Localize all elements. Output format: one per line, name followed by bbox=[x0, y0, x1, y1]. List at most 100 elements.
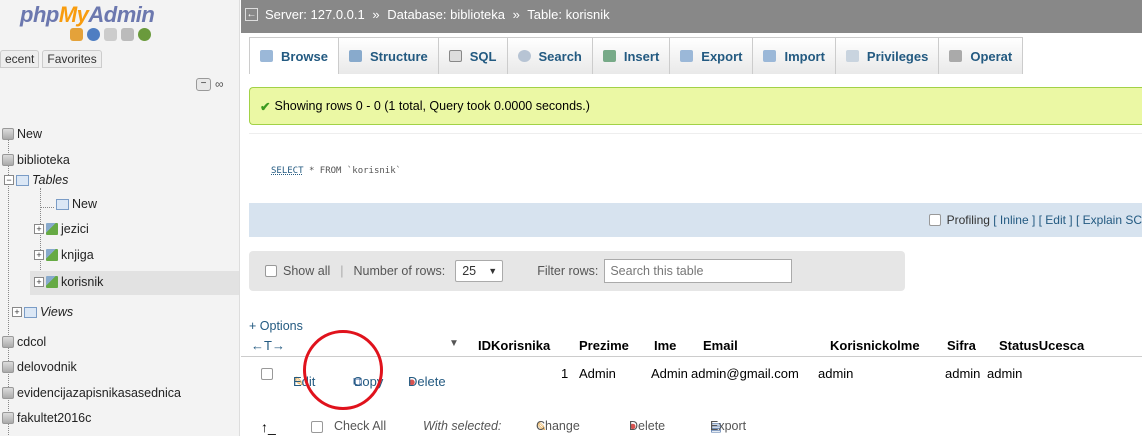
export-icon bbox=[680, 50, 694, 62]
tree-table-jezici[interactable]: + jezici bbox=[34, 222, 89, 236]
tree-db-fakultet[interactable]: fakultet2016c bbox=[2, 411, 91, 425]
navigation-filter-bar: Show all | Number of rows: 25 ▼ Filter ro… bbox=[249, 251, 905, 291]
tree-table-knjiga[interactable]: + knjiga bbox=[34, 248, 94, 262]
new-database-icon bbox=[2, 128, 14, 140]
column-prezime[interactable]: Prezime bbox=[579, 338, 629, 353]
collapse-icon[interactable]: − bbox=[4, 175, 14, 185]
tab-privileges[interactable]: Privileges bbox=[834, 37, 940, 74]
profiling-checkbox[interactable] bbox=[928, 214, 941, 226]
search-icon bbox=[517, 50, 531, 62]
docs-icon[interactable] bbox=[104, 28, 117, 41]
sql-query-text[interactable]: SELECT * FROM `korisnik` bbox=[271, 166, 401, 176]
column-sifra[interactable]: Sifra bbox=[947, 338, 976, 353]
checkmark-icon: ✔ bbox=[260, 99, 271, 114]
column-statusucesca[interactable]: StatusUcesca bbox=[999, 338, 1084, 353]
expand-icon[interactable]: + bbox=[34, 224, 44, 234]
phpmyadmin-logo[interactable]: phpMyAdmin bbox=[20, 2, 155, 28]
filter-rows-input[interactable]: Search this table bbox=[604, 259, 793, 283]
structure-icon[interactable] bbox=[46, 249, 58, 261]
tab-operations[interactable]: Operat bbox=[938, 37, 1024, 74]
cell-sifra: admin bbox=[945, 366, 981, 381]
tree-tables[interactable]: − Tables bbox=[4, 173, 68, 187]
database-icon bbox=[2, 154, 14, 166]
tab-export[interactable]: Export bbox=[669, 37, 754, 74]
tab-browse[interactable]: Browse bbox=[249, 37, 339, 74]
tree-new-table[interactable]: New bbox=[56, 197, 97, 211]
tree-controls: − ∞ bbox=[196, 77, 224, 91]
check-all-checkbox[interactable] bbox=[311, 421, 323, 433]
tree-table-korisnik[interactable]: + korisnik bbox=[34, 275, 103, 289]
show-all-checkbox[interactable] bbox=[265, 265, 277, 277]
column-email[interactable]: Email bbox=[703, 338, 738, 353]
breadcrumb-database[interactable]: Database: biblioteka bbox=[387, 7, 505, 22]
tab-structure[interactable]: Structure bbox=[337, 37, 439, 74]
tab-sql[interactable]: SQL bbox=[437, 37, 508, 74]
views-icon bbox=[24, 306, 37, 318]
link-icon[interactable]: ∞ bbox=[215, 77, 224, 91]
recent-favorites-tabs: ecent Favorites bbox=[0, 50, 102, 68]
new-table-icon bbox=[56, 198, 69, 210]
row-checkbox[interactable] bbox=[261, 368, 273, 380]
browse-icon bbox=[260, 50, 273, 62]
database-icon bbox=[2, 387, 14, 399]
home-icon[interactable] bbox=[70, 28, 83, 41]
check-all-label[interactable]: Check All bbox=[334, 419, 386, 433]
database-icon bbox=[2, 412, 14, 424]
cell-statusucesca: admin bbox=[987, 366, 1023, 381]
back-arrow-icon[interactable]: ← bbox=[245, 8, 258, 21]
sort-dropdown-icon[interactable]: ▼ bbox=[449, 338, 459, 349]
cell-korisnickolme: admin bbox=[818, 366, 854, 381]
import-icon bbox=[763, 50, 777, 62]
tree-new-database[interactable]: New bbox=[2, 127, 42, 141]
wrench-icon bbox=[949, 50, 963, 62]
reload-icon[interactable] bbox=[138, 28, 151, 41]
help-icon[interactable] bbox=[121, 28, 134, 41]
expand-icon[interactable]: + bbox=[34, 250, 44, 260]
breadcrumb-table[interactable]: Table: korisnik bbox=[527, 7, 609, 22]
tab-favorites[interactable]: Favorites bbox=[42, 50, 102, 68]
tree-views[interactable]: + Views bbox=[12, 305, 73, 319]
highlight-circle-annotation bbox=[303, 330, 383, 410]
tables-icon bbox=[16, 174, 29, 186]
tab-recent[interactable]: ecent bbox=[0, 50, 40, 68]
main-tabs: Browse Structure SQL Search Insert Expor… bbox=[241, 33, 1142, 74]
tree-db-evidencija[interactable]: evidencijazapisnikasasednica bbox=[2, 386, 181, 400]
navigation-sidebar: phpMyAdmin ecent Favorites − ∞ New bibli… bbox=[0, 0, 240, 436]
expand-icon[interactable]: + bbox=[34, 277, 44, 287]
database-icon bbox=[2, 361, 14, 373]
column-ime[interactable]: Ime bbox=[654, 338, 676, 353]
cell-email: admin@gmail.com bbox=[691, 366, 799, 381]
tab-insert[interactable]: Insert bbox=[591, 37, 671, 74]
column-korisnickolme[interactable]: Korisnickolme bbox=[830, 338, 920, 353]
query-links[interactable]: [ Inline ] [ Edit ] [ Explain SC bbox=[993, 213, 1142, 227]
options-link[interactable]: + Options bbox=[249, 319, 303, 333]
quick-icons bbox=[70, 28, 151, 41]
bulk-actions-bar: ↑_ Check All With selected: ✎ Change ● D… bbox=[261, 419, 747, 435]
cell-ime: Admin bbox=[651, 366, 688, 381]
tree-db-biblioteka[interactable]: biblioteka bbox=[2, 153, 70, 167]
select-arrow-icon: ↑_ bbox=[261, 419, 276, 435]
breadcrumb-server[interactable]: Server: 127.0.0.1 bbox=[265, 7, 365, 22]
logout-icon[interactable] bbox=[87, 28, 100, 41]
database-icon bbox=[2, 336, 14, 348]
sql-icon bbox=[448, 50, 462, 62]
profiling-bar: Profiling [ Inline ] [ Edit ] [ Explain … bbox=[249, 203, 1142, 237]
tab-search[interactable]: Search bbox=[506, 37, 593, 74]
breadcrumb: Server: 127.0.0.1 » Database: biblioteka… bbox=[265, 7, 610, 22]
success-message: ✔ Showing rows 0 - 0 (1 total, Query took… bbox=[249, 87, 1142, 125]
tree-db-delovodnik[interactable]: delovodnik bbox=[2, 360, 77, 374]
column-arrows-icon[interactable]: ←T→ bbox=[251, 338, 285, 353]
cell-idkorisnika: 1 bbox=[561, 366, 569, 381]
structure-icon[interactable] bbox=[46, 223, 58, 235]
structure-icon bbox=[348, 50, 362, 62]
column-idkorisnika[interactable]: IDKorisnika bbox=[478, 338, 550, 353]
structure-icon[interactable] bbox=[46, 276, 58, 288]
breadcrumb-bar: ← Server: 127.0.0.1 » Database: bibliote… bbox=[241, 0, 1142, 33]
rows-select[interactable]: 25 ▼ bbox=[455, 260, 504, 282]
privileges-icon bbox=[845, 50, 859, 62]
collapse-all-icon[interactable]: − bbox=[196, 77, 211, 91]
insert-icon bbox=[602, 50, 616, 62]
tree-db-cdcol[interactable]: cdcol bbox=[2, 335, 46, 349]
expand-icon[interactable]: + bbox=[12, 307, 22, 317]
tab-import[interactable]: Import bbox=[752, 37, 836, 74]
